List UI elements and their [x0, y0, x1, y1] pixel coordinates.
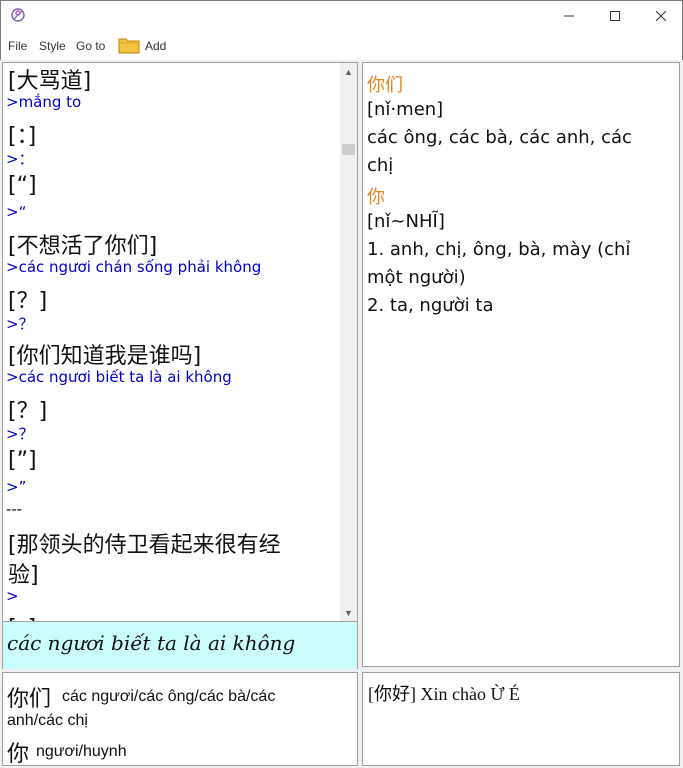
word-2-chinese: 你 [7, 742, 30, 766]
minimize-icon [564, 15, 574, 17]
translated-line: >？ [6, 315, 34, 333]
definition-2-1-cont: một người) [367, 267, 466, 288]
phrase-text: [你好] Xin chào Ừ É [368, 684, 520, 704]
source-line: [你们知道我是谁吗] [8, 344, 202, 369]
definition-1: các ông, các bà, các anh, các [367, 127, 632, 148]
title-bar [0, 0, 683, 30]
headword-1: 你们 [367, 75, 403, 96]
selected-sentence: các ngươi biết ta là ai không [7, 631, 296, 655]
definition-1-cont: chị [367, 155, 394, 176]
source-line: [”] [8, 448, 37, 473]
menu-file[interactable]: File [8, 39, 27, 53]
word-1-chinese: 你们 [7, 687, 52, 712]
pinyin-2: [nǐ~NHĨ] [367, 211, 445, 232]
folder-icon[interactable] [118, 36, 140, 54]
maximize-button[interactable] [592, 1, 638, 31]
menu-bar: File Style Go to Add [0, 30, 683, 60]
source-line: [。] [8, 610, 36, 621]
dictionary-panel[interactable]: 你们 [nǐ·men] các ông, các bà, các anh, cá… [362, 62, 680, 667]
source-line: 验] [8, 563, 39, 588]
source-line: [？] [8, 399, 48, 424]
translation-list[interactable]: [大骂道] >mắng to [：] >： [“] >“ [不想活了你们] >c… [2, 62, 358, 622]
scroll-thumb[interactable] [342, 144, 355, 155]
word-breakdown-panel[interactable]: 你们 các ngươi/các ông/các bà/các anh/các … [2, 672, 358, 766]
maximize-icon [610, 11, 620, 21]
translated-line: >” [6, 478, 27, 496]
scroll-down-icon[interactable]: ▼ [340, 604, 357, 621]
source-line: [“] [8, 173, 37, 198]
source-line: [大骂道] [8, 69, 92, 94]
translated-line: >“ [6, 203, 27, 221]
source-line: [那领头的侍卫看起来很有经 [8, 533, 281, 558]
pinyin-1: [nǐ·men] [367, 99, 444, 120]
translated-line: >các ngươi chán sống phải không [6, 258, 262, 276]
translated-line: >mắng to [6, 93, 82, 111]
selected-sentence-bar[interactable]: các ngươi biết ta là ai không [2, 622, 358, 669]
menu-style[interactable]: Style [39, 39, 66, 53]
translated-line: >： [6, 150, 34, 168]
source-line: [不想活了你们] [8, 234, 158, 259]
separator-line: --- [6, 501, 22, 518]
phrase-panel[interactable]: [你好] Xin chào Ừ É [362, 672, 680, 766]
app-emblem-icon [11, 8, 25, 22]
translated-line: >？ [6, 425, 34, 443]
source-line: [？] [8, 289, 48, 314]
definition-2-1: 1. anh, chị, ông, bà, mày (chỉ [367, 239, 631, 260]
translated-line: >các ngươi biết ta là ai không [6, 368, 232, 386]
definition-2-2: 2. ta, người ta [367, 295, 494, 316]
word-2-meaning: ngươi/huynh [36, 743, 127, 760]
menu-add[interactable]: Add [145, 39, 166, 53]
close-button[interactable] [638, 1, 683, 31]
source-line: [：] [8, 124, 37, 149]
menu-goto[interactable]: Go to [76, 39, 105, 53]
word-1-meaning: các ngươi/các ông/các bà/các [62, 688, 276, 705]
close-icon [656, 11, 666, 21]
headword-2: 你 [367, 187, 385, 208]
scroll-up-icon[interactable]: ▲ [340, 63, 357, 80]
translated-line: > [6, 587, 19, 605]
word-1-meaning-cont: anh/các chị [7, 712, 88, 729]
vertical-scrollbar[interactable]: ▲ ▼ [340, 63, 357, 621]
minimize-button[interactable] [546, 1, 592, 31]
